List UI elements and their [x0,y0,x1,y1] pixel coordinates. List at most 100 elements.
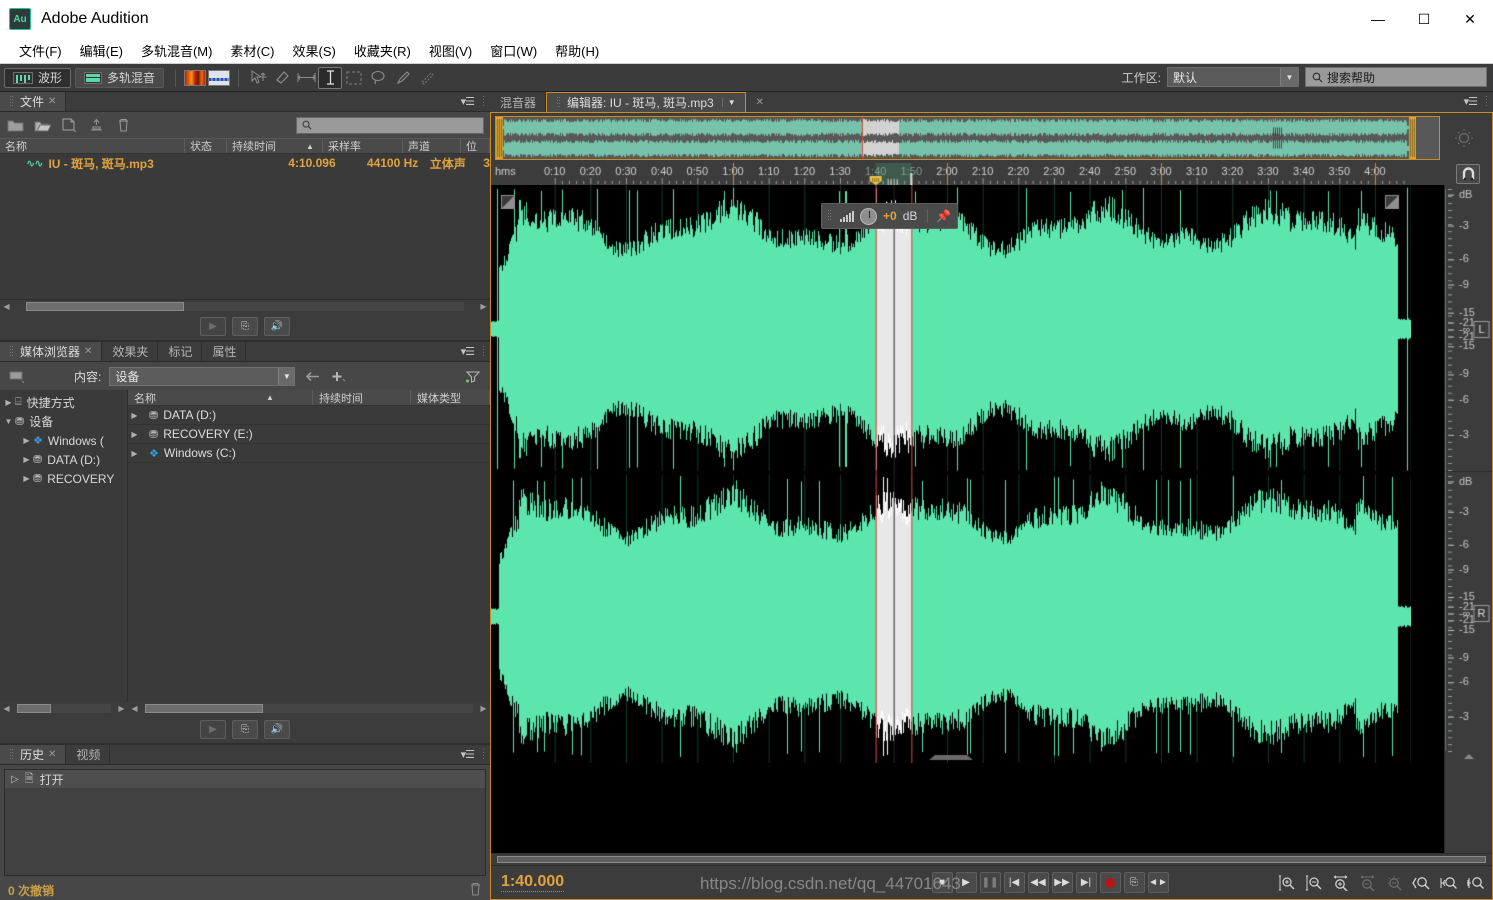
zoom-to-selection-icon[interactable] [1466,874,1484,892]
column-bits[interactable]: 位 [461,139,490,153]
menu-file[interactable]: 文件(F) [10,38,71,63]
tree-scroll-track[interactable] [17,704,111,713]
close-button[interactable]: ✕ [1447,0,1493,38]
play-button[interactable]: ▶ [955,872,977,893]
scroll-right-icon[interactable]: ▶ [477,704,490,713]
scroll-left-icon[interactable]: ◀ [0,704,13,713]
column-duration[interactable]: 持续时间 [313,390,411,405]
expand-triangle-icon[interactable]: ▶ [128,430,141,439]
list-item[interactable]: ▶ ⛃ RECOVERY (E:) [128,425,490,444]
open-file-icon[interactable] [6,117,24,133]
paintbrush-selection-tool-button[interactable] [390,67,414,89]
menu-effects[interactable]: 效果(S) [284,38,345,63]
menu-window[interactable]: 窗口(W) [481,38,546,63]
tab-editor[interactable]: 编辑器: IU - 斑马, 斑马.mp3 ▼ [546,92,746,112]
media-browser-scrollbars[interactable]: ◀ ▶ ◀ ▶ [0,702,490,715]
view-mode-icon[interactable] [8,368,26,384]
tree-item-devices[interactable]: ▼ ⛃ 设备 [0,412,127,431]
table-row[interactable]: ∿∿ IU - 斑马, 斑马.mp3 4:10.096 44100 Hz 立体声… [0,154,490,172]
expand-triangle-icon[interactable]: ▶ [20,474,33,483]
tab-mixer[interactable]: 混音器 [490,92,547,112]
list-item[interactable]: ▷ 🗎 打开 [5,770,485,788]
menu-edit[interactable]: 编辑(E) [71,38,132,63]
zoom-out-time-icon[interactable] [1358,874,1376,892]
tab-video[interactable]: 视频 [66,745,111,764]
zoom-navigator[interactable] [495,116,1440,160]
scroll-left-icon[interactable]: ◀ [0,302,13,311]
close-icon[interactable]: ✕ [48,749,56,760]
zoom-in-amplitude-icon[interactable] [1277,874,1295,892]
spot-healing-brush-tool-button[interactable] [414,67,438,89]
column-channels[interactable]: 声道 [403,139,461,153]
tab-properties[interactable]: 属性 [202,342,247,361]
filter-icon[interactable] [464,368,482,384]
tree-item-recovery[interactable]: ▶ ⛃ RECOVERY [0,469,127,488]
column-sample-rate[interactable]: 采样率 [323,139,403,153]
collapse-triangle-icon[interactable]: ▼ [2,417,15,426]
menu-help[interactable]: 帮助(H) [546,38,608,63]
record-button[interactable] [1099,872,1121,893]
gain-value[interactable]: +0 [883,209,897,223]
tree-item-windows[interactable]: ▶ ❖ Windows ( [0,431,127,450]
menu-view[interactable]: 视图(V) [420,38,481,63]
tab-editor-close[interactable]: ✕ [745,92,774,112]
multitrack-mode-button[interactable]: 多轨混音 [75,67,165,88]
panel-menu-icon[interactable]: ▾☰ [461,345,475,358]
waveform-display[interactable]: +0 dB 📌 [491,185,1444,853]
minimize-button[interactable]: — [1355,0,1401,38]
zoom-to-selection-out-icon[interactable] [1439,874,1457,892]
panel-menu-icon[interactable]: ▾☰ [461,95,475,108]
marquee-selection-tool-button[interactable] [342,67,366,89]
close-icon[interactable]: ✕ [84,346,92,357]
files-search-input[interactable] [296,116,484,134]
files-scroll-track[interactable] [26,301,464,311]
expand-triangle-icon[interactable]: ▶ [20,455,33,464]
pause-button[interactable]: ❚❚ [979,872,1001,893]
maximize-button[interactable]: ☐ [1401,0,1447,38]
waveform-horizontal-scrollbar[interactable] [491,853,1492,865]
menu-favorites[interactable]: 收藏夹(R) [345,38,420,63]
timeline-ruler[interactable] [491,163,1444,185]
expand-triangle-icon[interactable]: ▶ [20,436,33,445]
loop-button[interactable]: ⎘ [1123,872,1145,893]
menu-clip[interactable]: 素材(C) [221,38,283,63]
close-icon[interactable]: ✕ [48,96,56,107]
files-horizontal-scrollbar[interactable]: ◀ ▶ [0,299,490,312]
zoom-in-time-icon[interactable] [1331,874,1349,892]
move-to-end-button[interactable]: ▶| [1075,872,1097,893]
list-scroll-track[interactable] [145,704,473,713]
skip-selection-button[interactable]: ◄► [1147,872,1169,893]
chevron-down-icon[interactable]: ▼ [721,98,736,107]
lasso-selection-tool-button[interactable] [366,67,390,89]
text-cursor-tool-button[interactable] [318,66,343,89]
reset-zoom-icon[interactable] [1440,128,1488,148]
tab-effects-rack[interactable]: 效果夹 [102,342,159,361]
expand-triangle-icon[interactable]: ▶ [2,398,15,407]
files-loop-button[interactable]: ⎘ [232,316,258,336]
column-name[interactable]: 名称 [0,139,185,153]
scroll-right-icon[interactable]: ▶ [477,302,490,311]
move-to-start-button[interactable]: |◀ [1003,872,1025,893]
zoom-out-amplitude-icon[interactable] [1304,874,1322,892]
save-file-icon[interactable] [87,117,105,133]
current-time-display[interactable]: 1:40.000 [501,873,565,892]
panel-menu-icon[interactable]: ▾☰ [1464,95,1478,108]
tab-markers[interactable]: 标记 [158,342,203,361]
expand-triangle-icon[interactable]: ▶ [128,411,141,420]
new-file-icon[interactable] [60,117,78,133]
menu-multitrack[interactable]: 多轨混音(M) [132,38,222,63]
tab-media-browser[interactable]: 媒体浏览器 ✕ [0,342,103,361]
fast-forward-button[interactable]: ▶▶ [1051,872,1073,893]
list-item[interactable]: ▶ ⛃ DATA (D:) [128,406,490,425]
add-shortcut-icon[interactable] [329,368,347,384]
gain-hud[interactable]: +0 dB 📌 [821,203,959,229]
rewind-button[interactable]: ◀◀ [1027,872,1049,893]
content-select[interactable]: 设备 ▼ [109,366,296,386]
close-icon[interactable]: ✕ [756,97,764,108]
scroll-left-icon[interactable]: ◀ [128,704,141,713]
import-file-icon[interactable] [33,117,51,133]
snap-magnet-button[interactable] [1456,164,1480,184]
zoom-to-selection-in-icon[interactable] [1412,874,1430,892]
help-search-input[interactable]: 搜索帮助 [1305,67,1487,87]
tree-item-shortcuts[interactable]: ▶ ⌸ 快捷方式 [0,393,127,412]
